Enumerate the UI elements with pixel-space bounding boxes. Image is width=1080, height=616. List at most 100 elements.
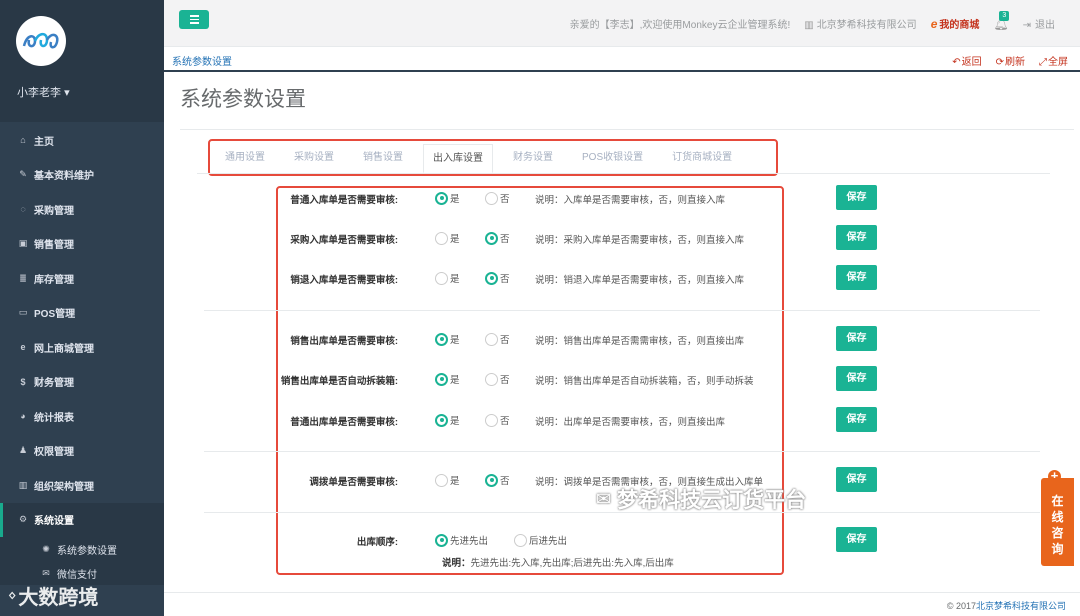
setting-label: 普通入库单是否需要审核: (290, 195, 398, 206)
sidebar-item-sales[interactable]: ▣ 销售管理 (0, 227, 164, 262)
sidebar-item-finance[interactable]: $ 财务管理 (0, 365, 164, 400)
sidebar-item-online-store[interactable]: e 网上商城管理 (0, 330, 164, 365)
radio-fifo[interactable]: 先进先出 (435, 533, 488, 547)
sidebar-item-label: 基本资料维护 (34, 171, 94, 183)
sidebar-item-permissions[interactable]: ♟ 权限管理 (0, 434, 164, 469)
money-icon: ▣ (18, 238, 28, 249)
section-divider (204, 310, 1040, 311)
pencil-icon: ✎ (19, 169, 27, 180)
radio-lifo[interactable]: 后进先出 (514, 533, 567, 547)
save-button[interactable]: 保存 (836, 467, 877, 492)
watermark-logo: ᛜ 大数跨境 (8, 581, 98, 610)
tab-inout-stock[interactable]: 出入库设置 (423, 143, 493, 173)
save-button[interactable]: 保存 (836, 265, 877, 290)
copyright-year: © 2017 (946, 601, 976, 611)
tab-actions: ↶返回 ⟳刷新 ⤢全屏 (952, 53, 1068, 68)
setting-label: 普通出库单是否需要审核: (290, 417, 398, 428)
save-button[interactable]: 保存 (836, 366, 877, 391)
radio-no[interactable]: 否 (485, 413, 510, 427)
note-label: 说明： (442, 558, 471, 569)
radio-no[interactable]: 否 (485, 231, 510, 245)
radio-checked-icon (435, 372, 448, 386)
online-consult-button[interactable]: 在 线 咨 询 (1041, 478, 1074, 566)
sidebar-item-label: 销售管理 (34, 240, 74, 252)
tab-purchase[interactable]: 采购设置 (285, 143, 343, 173)
my-shop-link[interactable]: e 我的商城 (931, 16, 980, 31)
fullscreen-button[interactable]: ⤢全屏 (1039, 53, 1068, 68)
setting-row: 普通出库单是否需要审核: 是 否 说明：出库单是否需要审核，否，则直接出库 保存 (164, 407, 1080, 433)
tab-sales[interactable]: 销售设置 (354, 143, 412, 173)
radio-no[interactable]: 否 (485, 473, 510, 487)
tab-finance[interactable]: 财务设置 (504, 143, 562, 173)
company-link[interactable]: ▥ 北京梦希科技有限公司 (804, 16, 916, 31)
sidebar-item-system-settings[interactable]: ⚙ 系统设置 (0, 502, 164, 537)
radio-yes[interactable]: 是 (435, 191, 460, 205)
radio-yes[interactable]: 是 (435, 332, 460, 346)
radio-yes[interactable]: 是 (435, 473, 460, 487)
radio-no[interactable]: 否 (485, 271, 510, 285)
radio-yes[interactable]: 是 (435, 231, 460, 245)
company-logo[interactable] (16, 16, 66, 66)
setting-row: 采购入库单是否需要审核: 是 否 说明：采购入库单是否需要审核，否，则直接入库 … (164, 225, 1080, 251)
save-button[interactable]: 保存 (836, 527, 877, 552)
fullscreen-label: 全屏 (1048, 57, 1068, 68)
setting-description: 说明：销退入库单是否需要审核，否，则直接入库 (535, 275, 745, 286)
piechart-icon: ◕ (20, 411, 26, 422)
tab-system-params[interactable]: 系统参数设置 (172, 53, 232, 68)
back-button[interactable]: ↶返回 (952, 53, 981, 68)
save-button[interactable]: 保存 (836, 225, 877, 250)
tab-general[interactable]: 通用设置 (216, 143, 274, 173)
setting-description: 说明：入库单是否需要审核，否，则直接入库 (535, 195, 726, 206)
monitor-icon: ▭ (18, 307, 28, 318)
sidebar-item-label: POS管理 (34, 309, 76, 321)
radio-unchecked-icon (435, 473, 448, 487)
refresh-icon: ⟳ (995, 57, 1004, 68)
sidebar-item-label: 统计报表 (34, 412, 74, 424)
logout-label: 退出 (1035, 20, 1055, 31)
radio-label: 否 (500, 476, 510, 487)
setting-description: 说明：采购入库单是否需要审核，否，则直接入库 (535, 235, 745, 246)
save-button[interactable]: 保存 (836, 185, 877, 210)
sidebar-item-home[interactable]: ⌂ 主页 (0, 123, 164, 158)
radio-checked-icon (485, 473, 498, 487)
sidebar-subitem-system-params[interactable]: ✺ 系统参数设置 (0, 537, 164, 561)
tab-order-mall[interactable]: 订货商城设置 (663, 143, 741, 173)
logout-link[interactable]: ⇥ 退出 (1023, 16, 1055, 31)
sidebar-item-organization[interactable]: ▥ 组织架构管理 (0, 468, 164, 503)
save-button[interactable]: 保存 (836, 326, 877, 351)
topbar: 亲爱的【李志】,欢迎使用Monkey云企业管理系统! ▥ 北京梦希科技有限公司 e… (164, 0, 1080, 47)
wechat-icon: ✉ (42, 567, 50, 578)
sidebar-item-label: 权限管理 (34, 447, 74, 459)
tab-pos[interactable]: POS收银设置 (573, 143, 652, 173)
radio-unchecked-icon (485, 372, 498, 386)
radio-unchecked-icon (514, 533, 527, 547)
sidebar-item-basic-data[interactable]: ✎ 基本资料维护 (0, 158, 164, 193)
radio-label: 否 (500, 416, 510, 427)
sidebar-item-reports[interactable]: ◕ 统计报表 (0, 399, 164, 434)
gears-icon: ⚙ (18, 514, 28, 525)
footer: © 2017北京梦希科技有限公司 (164, 592, 1080, 616)
copyright-company[interactable]: 北京梦希科技有限公司 (976, 601, 1066, 611)
sidebar-item-inventory[interactable]: ≣ 库存管理 (0, 261, 164, 296)
save-button[interactable]: 保存 (836, 407, 877, 432)
radio-yes[interactable]: 是 (435, 413, 460, 427)
notifications-button[interactable]: 🔔︎ 3 (993, 10, 1010, 31)
radio-yes[interactable]: 是 (435, 271, 460, 285)
sidebar-item-purchase[interactable]: ◌ 采购管理 (0, 192, 164, 227)
sidebar-item-pos[interactable]: ▭ POS管理 (0, 296, 164, 331)
radio-no[interactable]: 否 (485, 332, 510, 346)
sidebar-item-label: 库存管理 (34, 274, 74, 286)
radio-label: 是 (450, 476, 460, 487)
note-text: 先进先出:先入库,先出库;后进先出:先入库,后出库 (470, 558, 674, 569)
sidebar-toggle-button[interactable] (179, 10, 209, 29)
setting-description: 说明：出库单是否需要审核，否，则直接出库 (535, 417, 726, 428)
divider (180, 129, 1074, 130)
radio-no[interactable]: 否 (485, 372, 510, 386)
radio-label: 否 (500, 234, 510, 245)
radio-no[interactable]: 否 (485, 191, 510, 205)
hamburger-line (189, 22, 199, 24)
radio-yes[interactable]: 是 (435, 372, 460, 386)
radio-label: 是 (450, 416, 460, 427)
user-dropdown[interactable]: 小李老李 ▾ (17, 84, 70, 100)
refresh-button[interactable]: ⟳刷新 (996, 53, 1025, 68)
